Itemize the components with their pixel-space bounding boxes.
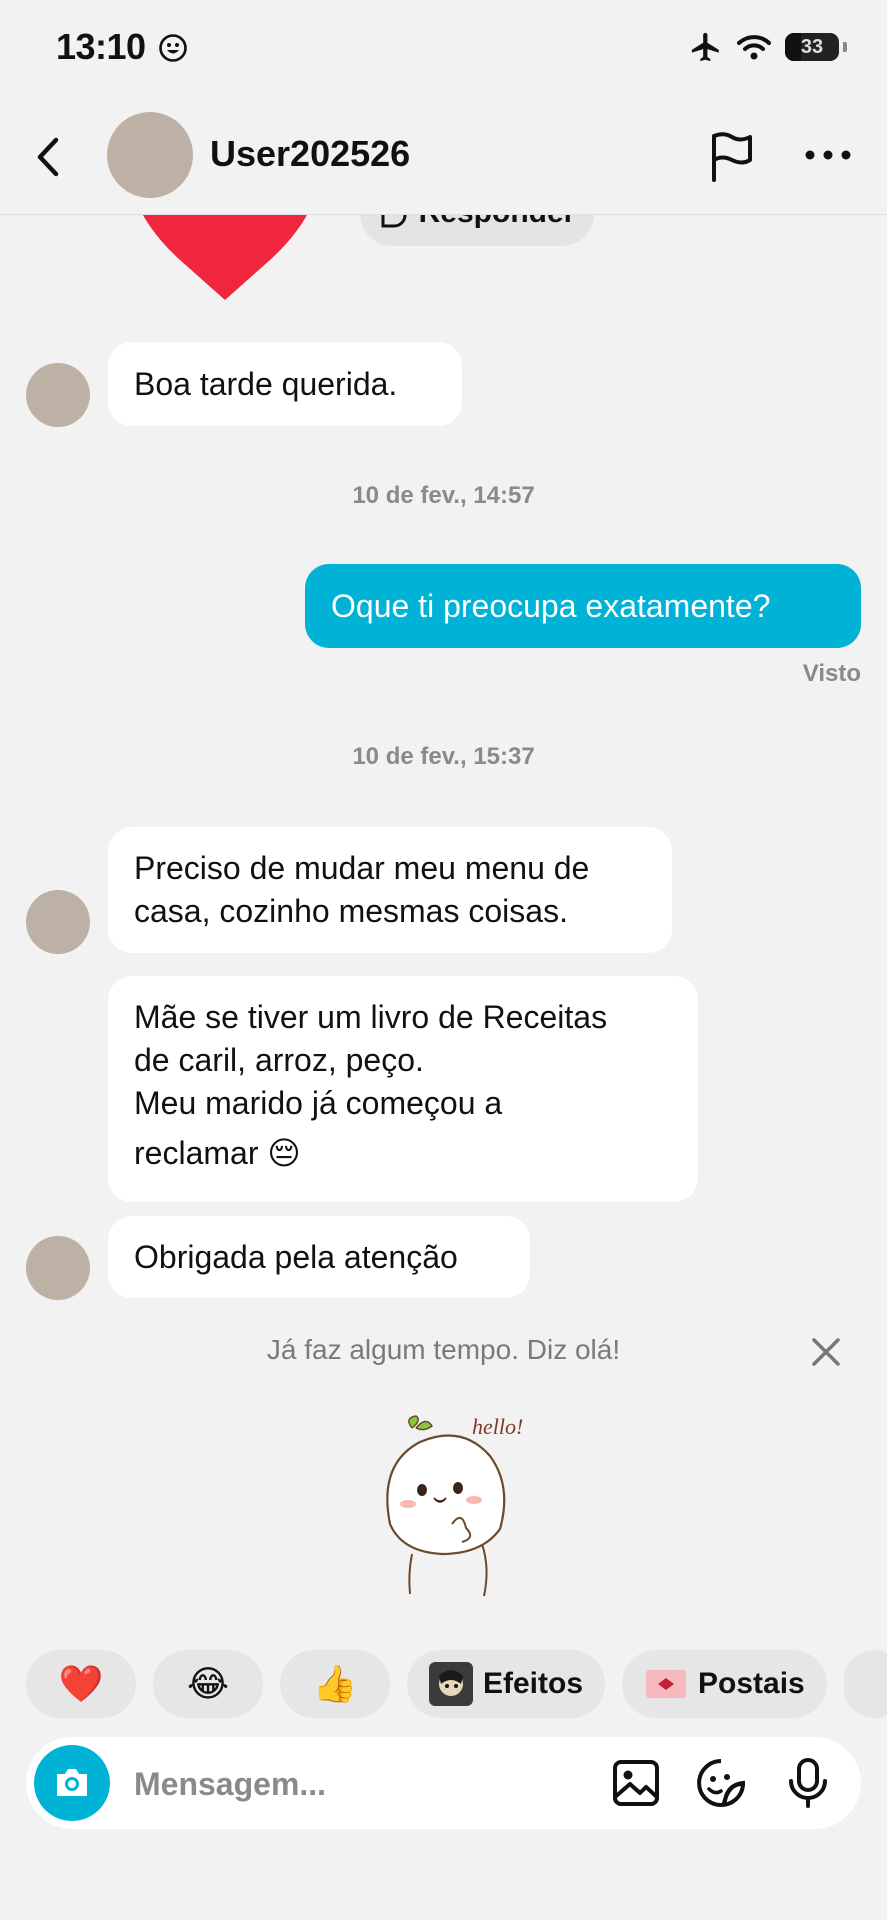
message-line: reclamar 😔 (134, 1135, 301, 1171)
sticker-icon[interactable] (695, 1757, 747, 1809)
battery-level: 33 (800, 35, 824, 58)
back-arrow-icon[interactable] (28, 132, 68, 182)
contact-username[interactable]: User202526 (210, 133, 410, 175)
status-time: 13:10 (56, 26, 146, 67)
thumbs-up-reaction-chip[interactable]: 👍 (280, 1650, 390, 1718)
sender-avatar[interactable] (26, 363, 90, 427)
effects-chip[interactable]: Efeitos (407, 1650, 606, 1718)
smiley-icon (159, 34, 187, 62)
camera-icon (57, 1769, 87, 1796)
hello-sticker[interactable]: hello! (372, 1404, 542, 1600)
laugh-reaction-chip[interactable]: 😂 (153, 1650, 263, 1718)
message-text: Obrigada pela atenção (134, 1238, 458, 1275)
microphone-icon[interactable] (782, 1757, 834, 1809)
say-hello-hint: Já faz algum tempo. Diz olá! (266, 1334, 621, 1365)
more-options-icon[interactable] (800, 140, 856, 170)
report-flag-icon[interactable] (706, 130, 756, 182)
message-line: Mãe se tiver um livro de Receitas (134, 999, 608, 1035)
sticker-text: hello! (472, 1414, 523, 1439)
message-text: Boa tarde querida. (134, 365, 398, 402)
message-bubble-outgoing[interactable]: Oque ti preocupa exatamente? (305, 564, 861, 648)
timestamp: 10 de fev., 14:57 (352, 482, 535, 509)
message-composer (26, 1737, 861, 1829)
message-bubble-incoming[interactable]: Preciso de mudar meu menu de casa, cozin… (108, 827, 672, 953)
message-bubble-incoming[interactable]: Obrigada pela atenção (108, 1216, 530, 1298)
image-gallery-icon[interactable] (610, 1757, 662, 1809)
message-bubble-incoming[interactable]: Mãe se tiver um livro de Receitas de car… (108, 976, 698, 1202)
postcards-chip[interactable]: Postais (622, 1650, 827, 1718)
postcards-label: Postais (698, 1667, 805, 1700)
effects-label: Efeitos (483, 1667, 584, 1700)
message-line: de caril, arroz, peço. (134, 1042, 424, 1078)
wifi-icon (737, 35, 771, 60)
message-input[interactable] (132, 1759, 616, 1809)
effects-thumbnail-icon (429, 1662, 473, 1706)
message-bubble-incoming[interactable]: Boa tarde querida. (108, 342, 462, 426)
message-line: casa, cozinho mesmas coisas. (134, 893, 568, 929)
message-line: Meu marido já começou a (134, 1085, 503, 1121)
airplane-icon (691, 32, 719, 62)
seen-status: Visto (802, 660, 861, 687)
postcard-icon (646, 1670, 687, 1698)
quick-reactions-bar: ❤️ 😂 👍 Efeitos Postais (26, 1650, 887, 1718)
heart-reaction-chip[interactable]: ❤️ (26, 1650, 136, 1718)
timestamp: 10 de fev., 15:37 (352, 743, 535, 770)
message-line: Preciso de mudar meu menu de (134, 850, 590, 886)
contact-avatar[interactable] (107, 112, 193, 198)
sender-avatar[interactable] (26, 1236, 90, 1300)
message-text: Oque ti preocupa exatamente? (331, 587, 771, 624)
sender-avatar[interactable] (26, 890, 90, 954)
battery-icon: 33 (785, 33, 839, 61)
status-indicators: 33 (689, 30, 847, 64)
close-icon[interactable] (808, 1334, 844, 1370)
more-reactions-chip[interactable] (843, 1650, 887, 1718)
camera-button[interactable] (34, 1745, 110, 1821)
chat-header: User202526 (0, 100, 887, 215)
